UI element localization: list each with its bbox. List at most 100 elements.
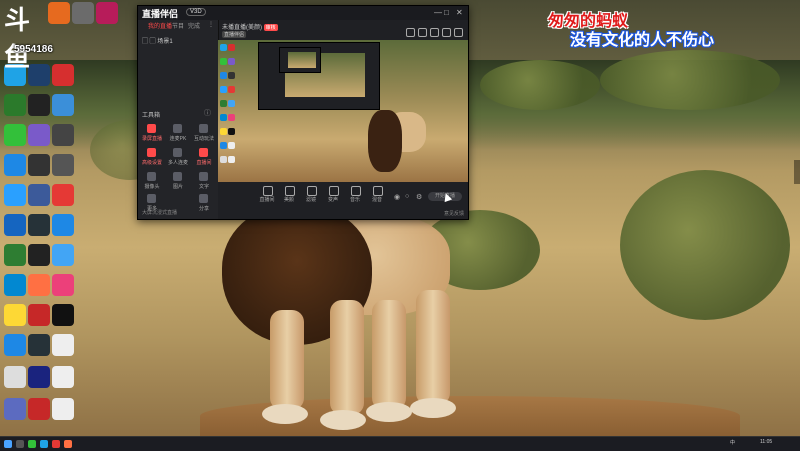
desktop-app-icon[interactable] [28, 304, 50, 326]
desktop-app-icon[interactable] [52, 304, 74, 326]
room-button[interactable]: 直播间 [256, 186, 278, 206]
stream-title-row: 未播直播(美颜) 审核 [222, 22, 278, 31]
bell-icon[interactable] [442, 28, 451, 37]
tab-1[interactable]: 节目 [172, 21, 184, 30]
taskbar: 中 11:05 [0, 436, 800, 451]
settings-icon [147, 148, 156, 157]
desktop-app-icon[interactable] [4, 274, 26, 296]
desktop-app-icon[interactable] [4, 94, 26, 116]
lock-icon[interactable] [418, 28, 427, 37]
tray-clock[interactable]: 11:05 [760, 439, 772, 445]
lion-leg [330, 300, 364, 415]
desktop-app-icon[interactable] [52, 214, 74, 236]
desktop-app-icon[interactable] [52, 124, 74, 146]
desktop-app-icon[interactable] [4, 334, 26, 356]
desktop-app-icon[interactable] [28, 274, 50, 296]
desktop-app-icon[interactable] [52, 64, 74, 86]
circle-icon[interactable]: ○ [405, 193, 409, 200]
desktop-app-icon[interactable] [52, 398, 74, 420]
taskbar-search-icon[interactable] [16, 440, 24, 448]
lion-paw [410, 398, 456, 418]
interact-icon [199, 124, 208, 133]
desktop-app-icon[interactable] [52, 184, 74, 206]
app-titlebar[interactable]: 直播伴侣 V3D — □ ✕ [138, 6, 468, 20]
platform-logo-text: 斗鱼 [4, 6, 31, 73]
desktop-app-icon[interactable] [28, 154, 50, 176]
desktop-app-icon[interactable] [72, 2, 94, 24]
tool-room[interactable]: 直播间 [192, 146, 216, 168]
desktop-app-icon[interactable] [28, 214, 50, 236]
tool-camera[interactable]: 摄像头 [140, 170, 164, 192]
desktop-app-icon[interactable] [28, 398, 50, 420]
desktop-app-icon[interactable] [4, 154, 26, 176]
desktop-app-icon[interactable] [52, 244, 74, 266]
more-icon[interactable]: ⋮ [208, 21, 214, 28]
tool-settings[interactable]: 高级设置 [140, 146, 164, 168]
taskbar-app-icon[interactable] [40, 440, 48, 448]
share-top-icon[interactable] [454, 28, 463, 37]
desktop-app-icon[interactable] [4, 184, 26, 206]
side-handle[interactable] [794, 160, 800, 184]
audit-badge[interactable]: 审核 [263, 24, 278, 31]
desktop-app-icon[interactable] [28, 244, 50, 266]
desktop-app-icon[interactable] [52, 366, 74, 388]
screen-icon [147, 124, 156, 133]
desktop-app-icon[interactable] [28, 334, 50, 356]
desktop-app-icon[interactable] [28, 366, 50, 388]
minimize-icon[interactable]: — [434, 8, 442, 17]
settings-gear-icon[interactable]: ⚙ [416, 193, 422, 201]
taskbar-app-icon[interactable] [64, 440, 72, 448]
desktop-app-icon[interactable] [4, 398, 26, 420]
stream-preview[interactable] [218, 40, 468, 182]
desktop-app-icon[interactable] [52, 94, 74, 116]
tab-0[interactable]: 我的直播 [148, 21, 172, 30]
desktop-app-icon[interactable] [52, 274, 74, 296]
desktop-app-icon[interactable] [4, 124, 26, 146]
scene-row[interactable]: ▢ ▢ 场景1 [142, 36, 173, 45]
lion-paw [366, 402, 412, 422]
feedback-link[interactable]: 意见反馈 [444, 210, 464, 217]
streaming-app-window: 直播伴侣 V3D — □ ✕ 我的直播 节目 完成 ⋮ ▢ ▢ 场景1 工具箱 … [137, 5, 469, 220]
desktop-app-icon[interactable] [52, 154, 74, 176]
desktop-app-icon[interactable] [4, 304, 26, 326]
beauty-button[interactable]: 美颜 [278, 186, 300, 206]
desktop-app-icon[interactable] [4, 244, 26, 266]
taskbar-app-icon[interactable] [28, 440, 36, 448]
sidebar-footer[interactable]: 大屏沉浸式直播 [142, 209, 177, 216]
taskbar-app-icon[interactable] [52, 440, 60, 448]
tool-interact[interactable]: 互动玩法 [192, 122, 216, 144]
gift-icon[interactable] [406, 28, 415, 37]
voice-button[interactable]: 变声 [322, 186, 344, 206]
info-icon[interactable]: ⓘ [204, 108, 211, 118]
mix-button[interactable]: 混音 [366, 186, 388, 206]
caption-line2: 没有文化的人不伤心 [570, 30, 715, 49]
lion-leg [416, 290, 450, 405]
preview-desktop-icons [218, 40, 238, 182]
tool-image[interactable]: 图片 [166, 170, 190, 192]
desktop-app-icon[interactable] [4, 214, 26, 236]
desktop-app-icon[interactable] [52, 334, 74, 356]
tool-text[interactable]: 文字 [192, 170, 216, 192]
record-icon[interactable]: ◉ [394, 193, 400, 201]
desktop-app-icon[interactable] [48, 2, 70, 24]
tool-multi[interactable]: 多人连麦 [166, 146, 190, 168]
desktop-app-icon[interactable] [96, 2, 118, 24]
cart-icon[interactable] [430, 28, 439, 37]
tool-screen-live[interactable]: 录屏直播 [140, 122, 164, 144]
tool-pk[interactable]: 连麦PK [166, 122, 190, 144]
app-brand: 直播伴侣 [142, 9, 179, 19]
tab-2[interactable]: 完成 [188, 21, 200, 30]
app-version-badge: V3D [186, 8, 206, 16]
music-button[interactable]: 音乐 [344, 186, 366, 206]
desktop-app-icon[interactable] [28, 94, 50, 116]
desktop-app-icon[interactable] [28, 184, 50, 206]
close-icon[interactable]: ✕ [456, 8, 463, 17]
maximize-icon[interactable]: □ [444, 8, 449, 17]
tool-share[interactable]: 分享 [192, 192, 216, 214]
desktop-app-icon[interactable] [28, 124, 50, 146]
filter-button[interactable]: 滤镜 [300, 186, 322, 206]
tray-ime[interactable]: 中 [730, 439, 735, 446]
start-icon[interactable] [4, 440, 12, 448]
stream-sub: 直播伴侣 [222, 31, 247, 38]
desktop-app-icon[interactable] [4, 366, 26, 388]
